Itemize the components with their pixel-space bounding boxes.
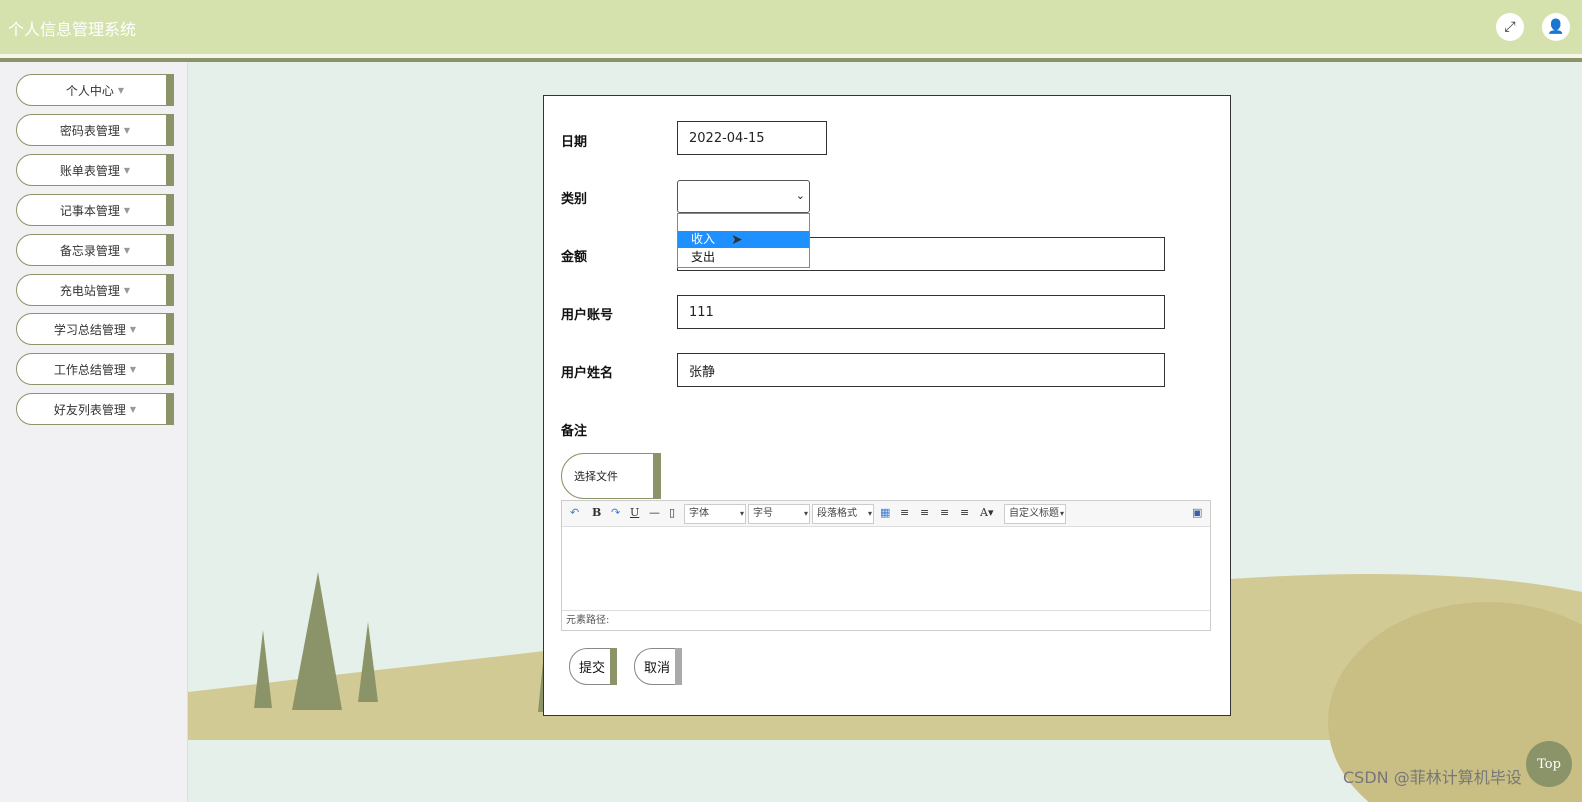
sidebar-item-charging[interactable]: 充电站管理 ▼: [16, 274, 174, 306]
font-family-label: 字体: [689, 508, 709, 519]
submit-button[interactable]: 提交: [569, 648, 617, 685]
category-option-empty[interactable]: [678, 214, 809, 231]
edit-form-panel: 日期 2022-04-15 类别 ⌄ 收入 支出 ➤ 金额 用户账号 111 用…: [543, 95, 1231, 716]
sidebar-item-passwords[interactable]: 密码表管理 ▼: [16, 114, 174, 146]
sidebar-item-label: 充电站管理: [59, 283, 120, 298]
align-right-icon[interactable]: ≡: [920, 506, 929, 519]
chevron-down-icon: ▾: [867, 509, 872, 518]
user-icon[interactable]: 👤: [1542, 13, 1570, 41]
username-label: 用户姓名: [561, 366, 614, 381]
cancel-button[interactable]: 取消: [634, 648, 682, 685]
expand-icon[interactable]: ⤢: [1496, 13, 1524, 41]
sidebar-item-label: 账单表管理: [59, 163, 120, 178]
category-option-income[interactable]: 收入: [678, 231, 809, 248]
chevron-down-icon: ▾: [739, 509, 744, 518]
chevron-down-icon: ▼: [123, 125, 131, 135]
align-left-icon[interactable]: ≡: [900, 506, 909, 519]
chevron-down-icon: ▾: [1059, 509, 1064, 518]
sidebar-item-label: 密码表管理: [59, 123, 120, 138]
choose-file-button[interactable]: 选择文件: [561, 453, 661, 499]
chevron-down-icon: ▼: [123, 285, 131, 295]
custom-title-label: 自定义标题: [1009, 508, 1059, 519]
category-select[interactable]: ⌄: [677, 180, 810, 213]
align-justify-icon[interactable]: ≡: [960, 506, 969, 519]
sidebar-item-friends[interactable]: 好友列表管理 ▼: [16, 393, 174, 425]
font-size-select[interactable]: 字号 ▾: [748, 504, 810, 524]
rich-text-editor: ↶ B ↷ U — ▯ 字体 ▾ 字号 ▾ 段落格式 ▾ ▦ ≡ ≡ ≡ ≡ A▾ 自…: [561, 500, 1211, 631]
table-icon[interactable]: ▦: [880, 506, 890, 519]
date-label: 日期: [561, 135, 588, 150]
paragraph-format-select[interactable]: 段落格式 ▾: [812, 504, 874, 524]
category-label: 类别: [561, 192, 588, 207]
remark-label: 备注: [561, 424, 588, 439]
sidebar-item-label: 个人中心: [65, 83, 114, 98]
custom-title-select[interactable]: 自定义标题 ▾: [1004, 504, 1066, 524]
redo-icon[interactable]: ↷: [611, 506, 620, 519]
chevron-down-icon: ▼: [129, 364, 137, 374]
font-family-select[interactable]: 字体 ▾: [684, 504, 746, 524]
top-header: 个人信息管理系统 ⤢ 👤: [0, 0, 1582, 54]
sidebar-item-notebook[interactable]: 记事本管理 ▼: [16, 194, 174, 226]
chevron-down-icon: ⌄: [795, 189, 805, 202]
editor-content-area[interactable]: [562, 527, 1210, 610]
sidebar-item-personal-center[interactable]: 个人中心 ▼: [16, 74, 174, 106]
account-label: 用户账号: [561, 308, 614, 323]
mouse-cursor-icon: ➤: [731, 232, 743, 248]
sidebar-item-work-summary[interactable]: 工作总结管理 ▼: [16, 353, 174, 385]
sidebar-item-label: 记事本管理: [59, 203, 120, 218]
editor-element-path: 元素路径:: [562, 610, 1210, 630]
account-field[interactable]: 111: [677, 295, 1165, 329]
sidebar-item-label: 备忘录管理: [59, 243, 120, 258]
page-icon[interactable]: ▯: [669, 506, 675, 519]
chevron-down-icon: ▼: [123, 205, 131, 215]
sidebar-item-label: 工作总结管理: [53, 362, 126, 377]
underline-icon[interactable]: U: [630, 506, 639, 519]
font-color-icon[interactable]: A▾: [980, 506, 993, 519]
chevron-down-icon: ▼: [123, 245, 131, 255]
bold-icon[interactable]: B: [592, 506, 601, 519]
chevron-down-icon: ▼: [129, 404, 137, 414]
horizontal-rule-icon[interactable]: —: [649, 506, 660, 519]
font-size-label: 字号: [753, 508, 773, 519]
category-option-expense[interactable]: 支出: [678, 249, 809, 266]
sidebar-item-memo[interactable]: 备忘录管理 ▼: [16, 234, 174, 266]
editor-toolbar: ↶ B ↷ U — ▯ 字体 ▾ 字号 ▾ 段落格式 ▾ ▦ ≡ ≡ ≡ ≡ A▾ 自…: [562, 501, 1210, 527]
chevron-down-icon: ▼: [123, 165, 131, 175]
sidebar-item-label: 学习总结管理: [53, 322, 126, 337]
sidebar-item-bills[interactable]: 账单表管理 ▼: [16, 154, 174, 186]
category-dropdown: 收入 支出: [677, 213, 810, 268]
username-field[interactable]: 张静: [677, 353, 1165, 387]
sidebar-item-label: 好友列表管理: [53, 402, 126, 417]
sidebar: 个人中心 ▼ 密码表管理 ▼ 账单表管理 ▼ 记事本管理 ▼ 备忘录管理 ▼ 充电站管理 ▼…: [0, 62, 188, 802]
undo-icon[interactable]: ↶: [570, 506, 579, 519]
app-title: 个人信息管理系统: [8, 20, 137, 39]
paragraph-format-label: 段落格式: [817, 508, 857, 519]
date-field[interactable]: 2022-04-15: [677, 121, 827, 155]
align-center-icon[interactable]: ≡: [940, 506, 949, 519]
chevron-down-icon: ▼: [117, 85, 125, 95]
amount-label: 金额: [561, 250, 588, 265]
chevron-down-icon: ▾: [803, 509, 808, 518]
watermark-text: CSDN @菲林计算机毕设: [1343, 768, 1522, 787]
chevron-down-icon: ▼: [129, 324, 137, 334]
sidebar-item-study-summary[interactable]: 学习总结管理 ▼: [16, 313, 174, 345]
back-to-top-button[interactable]: Top: [1526, 741, 1572, 787]
preview-icon[interactable]: ▣: [1192, 506, 1202, 519]
